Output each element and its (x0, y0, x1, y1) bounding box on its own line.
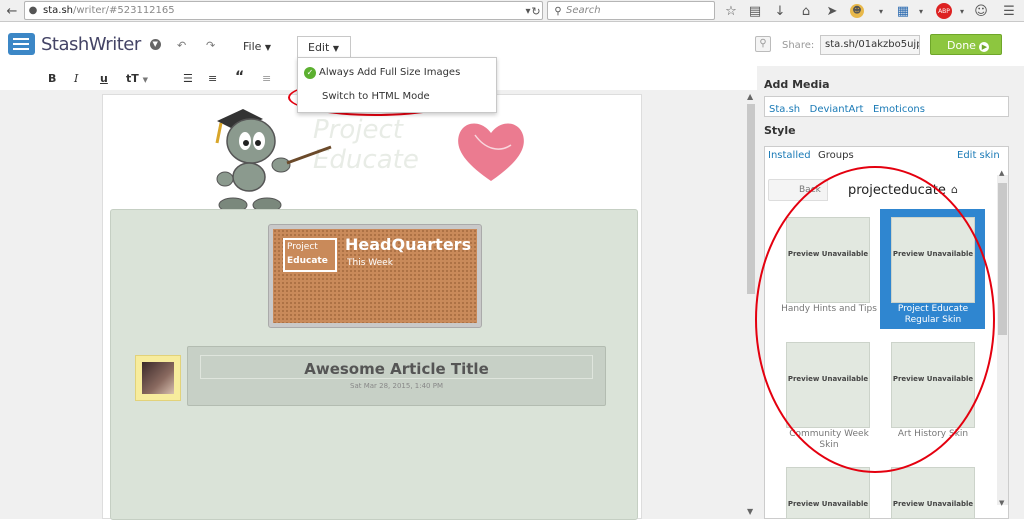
avatar (135, 355, 181, 401)
chevron-down-icon: ▼ (264, 43, 272, 52)
bold-button[interactable]: B (48, 72, 56, 85)
tab-installed[interactable]: Installed (768, 150, 811, 161)
document-page[interactable]: Project Educate Project Educate HeadQuar… (102, 94, 642, 520)
menu-item-html-mode[interactable]: Switch to HTML Mode (322, 91, 430, 102)
article-date: Sat Mar 28, 2015, 1:40 PM (350, 382, 443, 390)
tab-groups[interactable]: Groups (818, 150, 854, 161)
media-link-deviantart[interactable]: DeviantArt (810, 104, 864, 115)
avatar-image (142, 362, 174, 394)
quote-button[interactable]: “ (235, 69, 244, 85)
bookmark-star-icon[interactable]: ☆ (722, 2, 740, 20)
headquarters-board: Project Educate HeadQuarters This Week (268, 224, 482, 328)
corkboard: Project Educate HeadQuarters This Week (273, 229, 477, 323)
edit-skin-link[interactable]: Edit skin (957, 150, 1000, 161)
chevron-down-icon: ▼ (142, 76, 148, 84)
editor-area: Project Educate Project Educate HeadQuar… (0, 90, 745, 520)
logo-text: StashWriter (41, 33, 141, 55)
scrollbar-thumb[interactable] (747, 104, 755, 294)
edit-menu-label: Edit (308, 41, 330, 54)
search-placeholder: Search (566, 5, 601, 16)
text-size-label: tT (126, 72, 139, 85)
scroll-down-icon[interactable]: ▼ (999, 499, 1004, 507)
url-host: sta.sh (43, 5, 73, 16)
url-bar[interactable]: ● sta.sh/writer/#523112165 ▾ ↻ (24, 1, 543, 20)
stash-logo-icon (8, 33, 35, 55)
media-link-emoticons[interactable]: Emoticons (873, 104, 925, 115)
bullet-list-icon[interactable]: ☰ (183, 72, 193, 85)
search-icon: ⚲ (554, 5, 562, 17)
scroll-up-icon[interactable]: ▲ (999, 169, 1004, 177)
redo-icon[interactable]: ↷ (206, 39, 215, 52)
annotation-circle-skins (755, 166, 995, 473)
done-button[interactable]: Done ▶ (930, 34, 1002, 55)
browser-toolbar: ← ● sta.sh/writer/#523112165 ▾ ↻ ⚲ Searc… (0, 0, 1024, 22)
globe-icon: ● (28, 4, 38, 16)
media-link-stash[interactable]: Sta.sh (769, 104, 800, 115)
badge-line2: Educate (287, 256, 328, 266)
url-path: /writer/#523112165 (73, 5, 175, 16)
extension-icon[interactable]: ▦ (894, 2, 912, 20)
browser-search[interactable]: ⚲ Search (547, 1, 715, 20)
file-menu[interactable]: File ▼ (243, 40, 271, 53)
reading-list-icon[interactable]: ▤ (746, 2, 764, 20)
add-media-heading: Add Media (764, 78, 830, 91)
menu-item-label: Switch to HTML Mode (322, 91, 430, 102)
adblock-icon[interactable]: ABP (936, 3, 952, 19)
underline-button[interactable]: u (100, 72, 108, 85)
scroll-down-icon[interactable]: ▼ (747, 507, 753, 516)
board-title: HeadQuarters (345, 235, 472, 254)
edit-menu-button[interactable]: Edit ▼ (297, 36, 351, 57)
logo-dropdown-icon[interactable]: ▼ (149, 38, 161, 50)
arrow-right-icon: ▶ (979, 42, 990, 52)
menu-item-label: Always Add Full Size Images (319, 67, 461, 78)
chat-icon[interactable]: ☺ (972, 2, 990, 20)
back-icon[interactable]: ← (3, 2, 21, 20)
skin-preview-5[interactable]: Preview Unavailable (786, 467, 870, 519)
file-menu-label: File (243, 40, 262, 53)
align-icon[interactable]: ≡ (262, 72, 271, 85)
media-links: Sta.sh DeviantArt Emoticons (764, 96, 1009, 117)
checkmark-icon: ✓ (304, 67, 316, 79)
undo-icon[interactable]: ↶ (177, 39, 186, 52)
mascot-illustration (215, 109, 332, 213)
group-home-icon: ⌂ (951, 183, 958, 196)
style-heading: Style (764, 124, 796, 137)
style-panel-scrollbar[interactable]: ▲ ▼ (997, 169, 1008, 507)
chevron-down-icon[interactable]: ▾ (953, 2, 971, 20)
chevron-down-icon[interactable]: ▾ (912, 2, 930, 20)
badge-line1: Project (287, 242, 318, 252)
done-label: Done (947, 39, 976, 52)
project-educate-badge: Project Educate (283, 238, 337, 272)
article-title[interactable]: Awesome Article Title (201, 360, 592, 378)
share-url-field[interactable]: sta.sh/01akzbo5ujp (820, 35, 920, 55)
chevron-down-icon: ▼ (332, 44, 339, 53)
stashwriter-logo[interactable]: StashWriter ▼ (8, 33, 161, 55)
extension-face-icon[interactable]: ☻ (850, 4, 864, 18)
chevron-down-icon[interactable]: ▾ (872, 2, 890, 20)
board-subtitle: This Week (347, 258, 393, 268)
scroll-up-icon[interactable]: ▲ (747, 92, 753, 101)
italic-button[interactable]: I (74, 72, 78, 85)
home-icon[interactable]: ⌂ (797, 2, 815, 20)
heart-illustration (458, 123, 524, 181)
reload-icon[interactable]: ↻ (527, 2, 545, 20)
menu-icon[interactable]: ☰ (1000, 2, 1018, 20)
skin-preview-6[interactable]: Preview Unavailable (891, 467, 975, 519)
article-title-frame: Awesome Article Title (200, 355, 593, 379)
send-icon[interactable]: ➤ (823, 2, 841, 20)
edit-dropdown-menu: ✓ Always Add Full Size Images Switch to H… (297, 57, 497, 113)
text-size-button[interactable]: tT ▼ (126, 72, 148, 85)
menu-item-full-size-images[interactable]: ✓ Always Add Full Size Images (304, 67, 460, 79)
numbered-list-icon[interactable]: ≡ (208, 72, 217, 85)
share-label: Share: (782, 40, 815, 51)
preview-icon[interactable]: ⚲ (755, 36, 771, 52)
scrollbar-thumb[interactable] (998, 183, 1007, 335)
article-header: Awesome Article Title Sat Mar 28, 2015, … (187, 346, 606, 406)
download-icon[interactable]: ↓ (771, 2, 789, 20)
